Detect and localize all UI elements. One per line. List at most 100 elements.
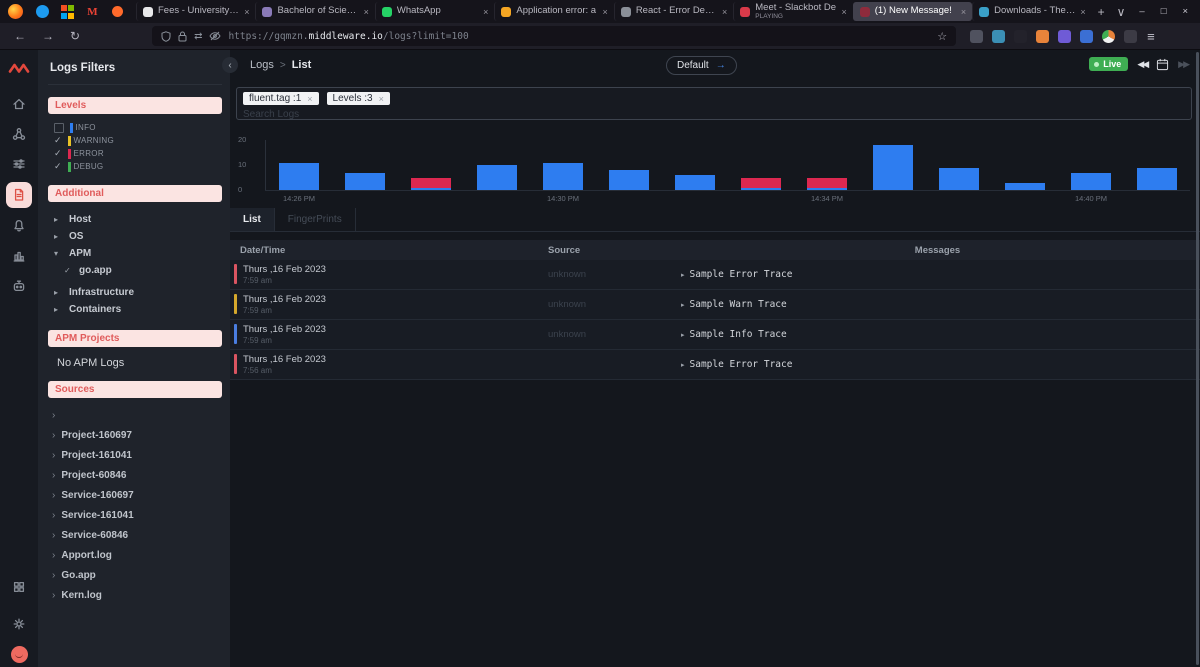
tree-item-go.app[interactable]: ✓go.app bbox=[54, 262, 222, 279]
search-logs-box[interactable]: fluent.tag :1 × Levels :3 × Search Logs bbox=[236, 87, 1192, 120]
browser-tab[interactable]: React - Error Decod× bbox=[614, 2, 733, 21]
level-filter-item[interactable]: INFO bbox=[54, 121, 222, 134]
checked-checkbox-icon[interactable]: ✓ bbox=[54, 136, 64, 145]
tab-close-icon[interactable]: × bbox=[244, 7, 249, 17]
scrollbar[interactable] bbox=[1196, 52, 1199, 665]
bar-chart-icon[interactable] bbox=[6, 244, 32, 268]
maximize-button[interactable]: □ bbox=[1153, 6, 1175, 17]
column-source[interactable]: Source bbox=[540, 245, 675, 256]
pinned-tab-gmail-icon[interactable]: M bbox=[85, 4, 100, 19]
breadcrumb-logs[interactable]: Logs bbox=[250, 59, 274, 71]
browser-tab[interactable]: (1) New Message!× bbox=[853, 2, 972, 21]
expand-caret-icon[interactable]: ▸ bbox=[681, 301, 685, 309]
tab-close-icon[interactable]: × bbox=[603, 7, 608, 17]
list-tabs-chevron-icon[interactable]: ∨ bbox=[1111, 5, 1132, 19]
source-item[interactable]: ›Project-60846 bbox=[52, 465, 222, 485]
caret-right-icon[interactable]: ▸ bbox=[54, 215, 62, 224]
source-item[interactable]: ›Service-161041 bbox=[52, 505, 222, 525]
table-row[interactable]: Thurs ,16 Feb 20237:59 amunknown▸Sample … bbox=[230, 290, 1200, 320]
filter-lines-icon[interactable] bbox=[6, 152, 32, 176]
browser-tab[interactable]: Fees - University of× bbox=[136, 2, 255, 21]
tree-item-containers[interactable]: ▸Containers bbox=[54, 301, 222, 318]
browser-tab[interactable]: WhatsApp× bbox=[375, 2, 494, 21]
tree-item-infrastructure[interactable]: ▸Infrastructure bbox=[54, 284, 222, 301]
browser-tab[interactable]: Bachelor of Science× bbox=[255, 2, 374, 21]
close-button[interactable]: × bbox=[1174, 6, 1196, 17]
gear-icon[interactable] bbox=[6, 612, 32, 636]
reload-button[interactable]: ↻ bbox=[62, 29, 88, 43]
browser-tab[interactable]: Application error: a× bbox=[494, 2, 613, 21]
tab-list[interactable]: List bbox=[230, 208, 275, 231]
chevron-right-icon[interactable]: › bbox=[52, 590, 55, 601]
pinned-tab-orange-icon[interactable] bbox=[110, 4, 125, 19]
tree-item-apm[interactable]: ▾APM bbox=[54, 245, 222, 262]
level-filter-item[interactable]: ✓WARNING bbox=[54, 134, 222, 147]
tab-close-icon[interactable]: × bbox=[841, 7, 846, 17]
user-avatar[interactable] bbox=[11, 646, 28, 663]
chevron-right-icon[interactable]: › bbox=[52, 410, 55, 421]
checked-checkbox-icon[interactable]: ✓ bbox=[54, 162, 64, 171]
expand-caret-icon[interactable]: ▸ bbox=[681, 271, 685, 279]
dark-extension-icon[interactable] bbox=[1014, 30, 1027, 43]
logs-file-icon[interactable] bbox=[6, 182, 32, 208]
new-tab-button[interactable]: + bbox=[1092, 5, 1111, 19]
chevron-right-icon[interactable]: › bbox=[52, 570, 55, 581]
unchecked-checkbox-icon[interactable] bbox=[54, 123, 64, 133]
apps-grid-icon[interactable] bbox=[6, 575, 32, 599]
bookmark-star-icon[interactable]: ☆ bbox=[937, 30, 947, 43]
browser-tab[interactable]: Downloads - The G× bbox=[972, 2, 1091, 21]
caret-right-icon[interactable]: ▸ bbox=[54, 232, 62, 241]
lock-icon[interactable] bbox=[178, 31, 187, 42]
source-item[interactable]: ›Service-160697 bbox=[52, 485, 222, 505]
container-swap-icon[interactable]: ⇄ bbox=[194, 31, 202, 42]
source-item[interactable]: ›Project-160697 bbox=[52, 425, 222, 445]
chevron-right-icon[interactable]: › bbox=[52, 450, 55, 461]
browser-tab[interactable]: Meet - Slackbot DePLAYING× bbox=[733, 2, 852, 21]
minimize-button[interactable]: – bbox=[1131, 6, 1152, 17]
chevron-right-icon[interactable]: › bbox=[52, 530, 55, 541]
teal-extension-icon[interactable] bbox=[992, 30, 1005, 43]
back-button[interactable]: ← bbox=[6, 29, 34, 43]
column-messages[interactable]: Messages bbox=[675, 245, 1200, 256]
expand-caret-icon[interactable]: ▸ bbox=[681, 361, 685, 369]
chip-close-icon[interactable]: × bbox=[307, 94, 312, 104]
caret-right-icon[interactable]: ▸ bbox=[54, 305, 62, 314]
shield-icon[interactable] bbox=[161, 31, 171, 42]
live-button[interactable]: Live bbox=[1089, 57, 1128, 71]
table-row[interactable]: Thurs ,16 Feb 20237:59 amunknown▸Sample … bbox=[230, 320, 1200, 350]
tree-item-host[interactable]: ▸Host bbox=[54, 211, 222, 228]
pinned-tab-microsoft-icon[interactable] bbox=[60, 4, 75, 19]
collapse-filters-button[interactable]: ‹ bbox=[222, 57, 238, 73]
chevron-right-icon[interactable]: › bbox=[52, 510, 55, 521]
source-item[interactable]: ›Go.app bbox=[52, 565, 222, 585]
home-icon[interactable] bbox=[6, 92, 32, 116]
url-bar[interactable]: ⇄ https://gqmzn.middleware.io/logs?limit… bbox=[152, 26, 956, 46]
tab-close-icon[interactable]: × bbox=[364, 7, 369, 17]
tab-close-icon[interactable]: × bbox=[722, 7, 727, 17]
caret-right-icon[interactable]: ▸ bbox=[54, 288, 62, 297]
url-text[interactable]: https://gqmzn.middleware.io/logs?limit=1… bbox=[228, 31, 930, 42]
forward-button[interactable]: → bbox=[34, 29, 62, 43]
menu-hamburger-icon[interactable]: ≡ bbox=[1147, 29, 1155, 44]
color-wheel-extension-icon[interactable] bbox=[1102, 30, 1115, 43]
default-view-button[interactable]: Default → bbox=[666, 56, 737, 75]
source-item[interactable]: › bbox=[52, 405, 222, 425]
filter-chip-levels[interactable]: Levels :3 × bbox=[327, 92, 390, 105]
chevron-right-icon[interactable]: › bbox=[52, 430, 55, 441]
orange-extension-icon[interactable] bbox=[1036, 30, 1049, 43]
bot-icon[interactable] bbox=[6, 274, 32, 298]
calendar-icon[interactable] bbox=[1156, 58, 1169, 71]
blue-docs-extension-icon[interactable] bbox=[1080, 30, 1093, 43]
middleware-logo[interactable] bbox=[8, 58, 30, 81]
chevron-right-icon[interactable]: › bbox=[52, 490, 55, 501]
caret-down-icon[interactable]: ▾ bbox=[54, 249, 62, 258]
fast-forward-icon[interactable]: ▶▶ bbox=[1178, 59, 1188, 70]
tab-close-icon[interactable]: × bbox=[483, 7, 488, 17]
table-row[interactable]: Thurs ,16 Feb 20237:56 am▸Sample Error T… bbox=[230, 350, 1200, 380]
checked-checkbox-icon[interactable]: ✓ bbox=[54, 149, 64, 158]
source-item[interactable]: ›Apport.log bbox=[52, 545, 222, 565]
grey-extension-icon[interactable] bbox=[1124, 30, 1137, 43]
source-item[interactable]: ›Kern.log bbox=[52, 585, 222, 605]
column-datetime[interactable]: Date/Time bbox=[230, 245, 540, 256]
services-icon[interactable] bbox=[6, 122, 32, 146]
